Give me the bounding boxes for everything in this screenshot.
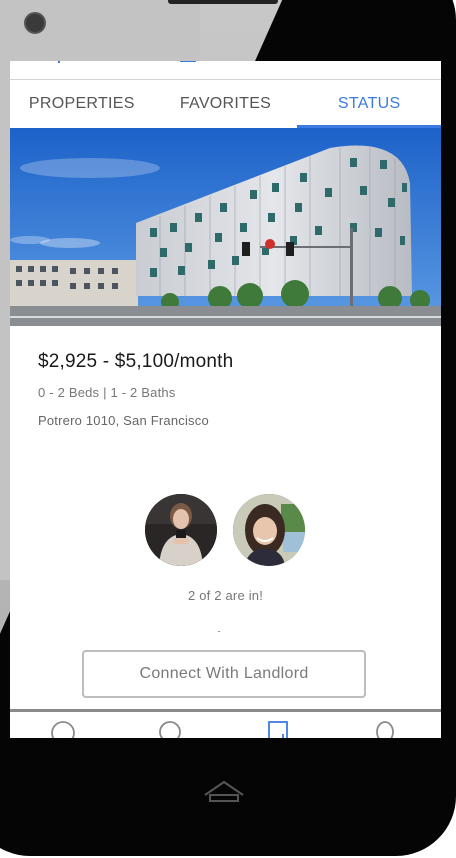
property-address: Potrero 1010, San Francisco	[38, 413, 209, 428]
price-range: $2,925 - $5,100/month	[38, 351, 234, 372]
roommate-status: 2 of 2 are in!	[187, 588, 264, 603]
partial-icon	[58, 61, 60, 63]
partial-icon	[180, 61, 196, 62]
previous-header-strip	[10, 61, 441, 80]
tab-properties[interactable]: PROPERTIES	[10, 80, 154, 128]
circle-icon	[51, 721, 75, 738]
bottom-nav	[10, 709, 441, 738]
bookmark-icon	[268, 721, 288, 738]
roommate-avatars	[10, 494, 441, 568]
app-screen: PROPERTIES FAVORITES STATUS $2,925 - $5,…	[10, 61, 441, 738]
connect-landlord-button[interactable]: Connect With Landlord	[82, 650, 366, 698]
nav-status[interactable]	[266, 720, 292, 738]
avatar[interactable]	[233, 494, 305, 566]
tab-favorites[interactable]: FAVORITES	[154, 80, 298, 128]
home-button[interactable]	[202, 778, 246, 806]
property-photo	[10, 128, 441, 326]
nav-home[interactable]	[50, 720, 76, 738]
nav-search[interactable]	[158, 720, 184, 738]
beds-baths: 0 - 2 Beds | 1 - 2 Baths	[38, 385, 176, 400]
avatar[interactable]	[145, 494, 217, 566]
divider-mark	[218, 631, 220, 632]
front-camera-icon	[24, 12, 46, 34]
listing-info: $2,925 - $5,100/month 0 - 2 Beds | 1 - 2…	[38, 351, 418, 428]
person-icon	[376, 721, 394, 738]
speaker-grille	[168, 0, 278, 4]
tab-status[interactable]: STATUS	[297, 80, 441, 128]
device-frame: PROPERTIES FAVORITES STATUS $2,925 - $5,…	[0, 0, 456, 858]
search-icon	[159, 721, 181, 738]
nav-profile[interactable]	[372, 720, 398, 738]
tab-bar: PROPERTIES FAVORITES STATUS	[10, 80, 441, 128]
home-icon	[204, 780, 244, 802]
